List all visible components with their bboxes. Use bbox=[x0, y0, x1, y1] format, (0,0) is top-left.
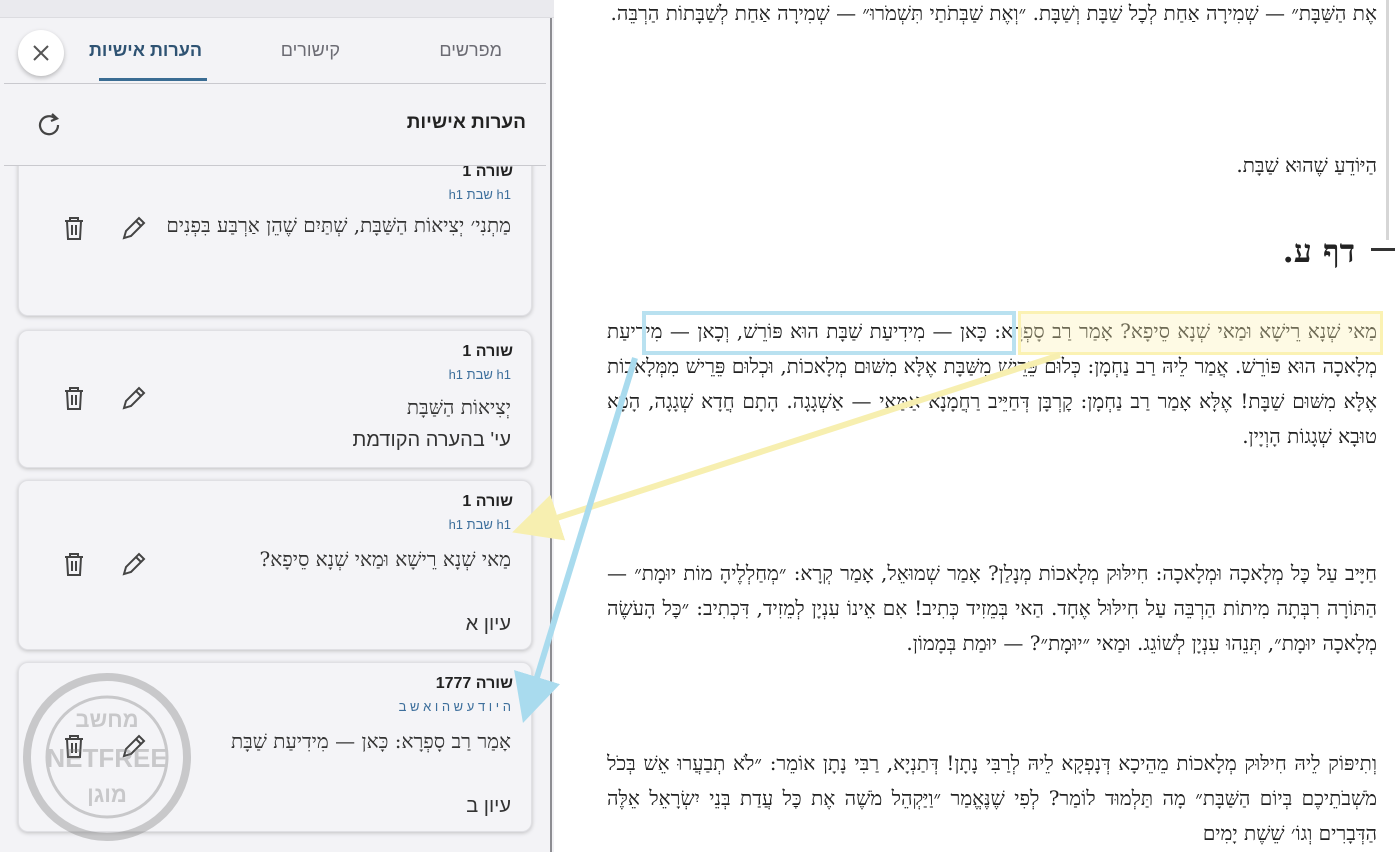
edit-icon[interactable] bbox=[119, 213, 149, 243]
highlight-yellow[interactable] bbox=[1018, 311, 1383, 355]
page-title: הערות אישיות bbox=[406, 112, 526, 133]
daf-heading: דף ע. bbox=[1282, 232, 1355, 270]
note-text: מַאי שְׁנָא רֵישָׁא וּמַאי שְׁנָא סֵיפָא… bbox=[259, 547, 512, 571]
note-text: מַתְנִי׳ יְצִיאוֹת הַשַּׁבָּת, שְׁתַּיִם… bbox=[166, 213, 511, 237]
note-reference[interactable]: h1 שבת h1 bbox=[449, 517, 511, 532]
note-card[interactable]: שורה 1 h1 שבת h1 מַתְנִי׳ יְצִיאוֹת הַשַ… bbox=[18, 166, 532, 316]
panel-tabs: מפרשים קישורים הערות אישיות bbox=[4, 18, 546, 84]
watermark-middle-text: NETFREE bbox=[46, 743, 167, 773]
note-reference[interactable]: h1 שבת h1 bbox=[449, 187, 511, 202]
note-line-number: שורה 1777 bbox=[435, 675, 513, 692]
notes-header: הערות אישיות bbox=[4, 86, 546, 166]
talmud-text-view: אֶת הַשַּׁבָּת״ — שְׁמִירָה אַחַת לְכׇל … bbox=[554, 0, 1395, 852]
note-line-number: שורה 1 bbox=[462, 166, 513, 180]
note-comment: עי' בהערה הקודמת bbox=[352, 429, 511, 451]
delete-icon[interactable] bbox=[59, 213, 89, 243]
text-paragraph: וְתִיפּוֹק לֵיהּ חִילּוּק מְלָאכוֹת מֵהֵ… bbox=[607, 751, 1377, 845]
text-paragraph: אֶת הַשַּׁבָּת״ — שְׁמִירָה אַחַת לְכׇל … bbox=[610, 1, 1377, 25]
note-text: יְצִיאוֹת הַשַּׁבָּת bbox=[406, 395, 511, 419]
tab-commentaries[interactable]: מפרשים bbox=[439, 40, 502, 61]
edit-icon[interactable] bbox=[119, 549, 149, 579]
refresh-icon[interactable] bbox=[34, 110, 64, 140]
note-card[interactable]: שורה 1 h1 שבת h1 יְצִיאוֹת הַשַּׁבָּת עי… bbox=[18, 330, 532, 468]
note-text: אָמַר רַב סָפְרָא: כָּאן — מִידִיעַת שַׁ… bbox=[230, 729, 511, 753]
close-button[interactable] bbox=[18, 30, 64, 76]
delete-icon[interactable] bbox=[59, 383, 89, 413]
scrollbar[interactable] bbox=[1386, 0, 1389, 240]
highlight-blue[interactable] bbox=[642, 311, 1016, 355]
note-reference[interactable]: ה י ו ד ע ש ה ו א ש ב bbox=[399, 699, 511, 714]
text-paragraph: הַיּוֹדֵעַ שֶׁהוּא שַׁבָּת. bbox=[1236, 153, 1377, 177]
watermark-top-text: מחשב bbox=[75, 707, 138, 732]
note-comment: עיון א bbox=[465, 613, 511, 635]
watermark-bottom-text: מוגן bbox=[87, 782, 127, 807]
netfree-watermark: מחשב NETFREE מוגן bbox=[23, 673, 191, 841]
active-tab-indicator bbox=[99, 78, 207, 81]
note-comment: עיון ב bbox=[466, 795, 511, 817]
delete-icon[interactable] bbox=[59, 549, 89, 579]
note-line-number: שורה 1 bbox=[462, 343, 513, 360]
edit-icon[interactable] bbox=[119, 383, 149, 413]
tab-links[interactable]: קישורים bbox=[281, 40, 340, 61]
close-icon bbox=[33, 45, 49, 61]
daf-marker bbox=[1371, 248, 1395, 251]
note-line-number: שורה 1 bbox=[462, 493, 513, 510]
note-reference[interactable]: h1 שבת h1 bbox=[449, 367, 511, 382]
tab-personal-notes[interactable]: הערות אישיות bbox=[89, 40, 202, 61]
note-card[interactable]: שורה 1 h1 שבת h1 מַאי שְׁנָא רֵישָׁא וּמ… bbox=[18, 480, 532, 650]
text-paragraph: חַיָּיב עַל כׇּל מְלָאכָה וּמְלָאכָה: חִ… bbox=[607, 561, 1377, 655]
